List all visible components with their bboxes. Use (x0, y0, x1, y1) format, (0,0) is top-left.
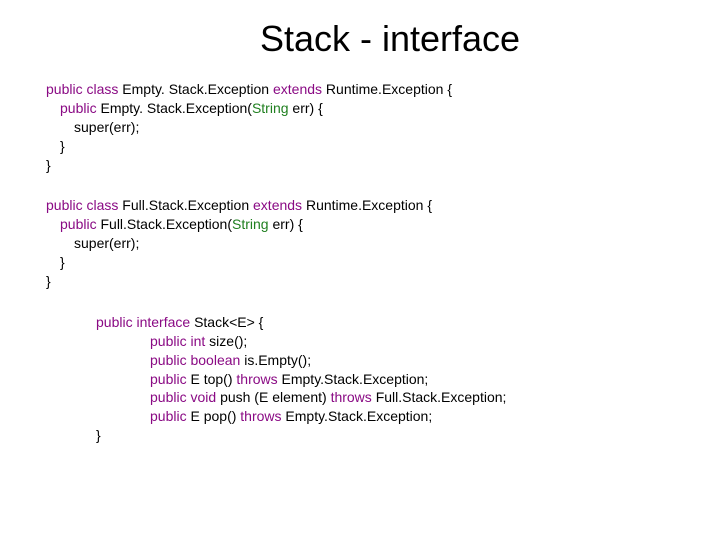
code-line: public interface Stack<E> { (96, 313, 720, 332)
keyword-public: public (60, 216, 97, 232)
code-line: public class Empty. Stack.Exception exte… (46, 80, 720, 99)
code-line: public Full.Stack.Exception(String err) … (60, 215, 720, 234)
keyword-public: public (96, 314, 133, 330)
code-line: public E pop() throws Empty.Stack.Except… (150, 407, 720, 426)
code-line: } (60, 253, 720, 272)
code-line: public E top() throws Empty.Stack.Except… (150, 370, 720, 389)
keyword-void: void (190, 389, 216, 405)
keyword-public: public (150, 352, 187, 368)
type-name: Runtime.Exception { (326, 81, 452, 97)
keyword-public: public (150, 333, 187, 349)
code-block-full-exception: public class Full.Stack.Exception extend… (46, 196, 720, 290)
keyword-throws: throws (331, 389, 372, 405)
keyword-public: public (60, 100, 97, 116)
method: E top() (190, 371, 232, 387)
type-string: String (232, 216, 272, 232)
method: push (E element) (220, 389, 327, 405)
code-line: } (60, 137, 720, 156)
type-name: Runtime.Exception { (306, 197, 432, 213)
code-line: } (46, 272, 720, 291)
method: E pop() (190, 408, 236, 424)
code-block-empty-exception: public class Empty. Stack.Exception exte… (46, 80, 720, 174)
keyword-public: public (150, 408, 187, 424)
type-name: Full.Stack.Exception; (376, 389, 507, 405)
slide: Stack - interface public class Empty. St… (0, 0, 720, 540)
param: err) { (272, 216, 302, 232)
method: size(); (209, 333, 247, 349)
type-string: String (252, 100, 292, 116)
type-name: Stack<E> { (194, 314, 263, 330)
keyword-throws: throws (240, 408, 281, 424)
super-call: super(err); (74, 235, 139, 251)
slide-title: Stack - interface (60, 0, 720, 74)
keyword-public: public (150, 389, 187, 405)
method: is.Empty(); (244, 352, 311, 368)
type-name: Empty. Stack.Exception (122, 81, 269, 97)
ctor-name: Full.Stack.Exception( (100, 216, 232, 232)
code-line: public void push (E element) throws Full… (150, 388, 720, 407)
keyword-class: class (86, 81, 118, 97)
code-line: public int size(); (150, 332, 720, 351)
keyword-int: int (190, 333, 205, 349)
code-line: public class Full.Stack.Exception extend… (46, 196, 720, 215)
keyword-extends: extends (253, 197, 302, 213)
keyword-boolean: boolean (190, 352, 240, 368)
code-line: public boolean is.Empty(); (150, 351, 720, 370)
code-line: super(err); (74, 118, 720, 137)
ctor-name: Empty. Stack.Exception( (100, 100, 251, 116)
code-line: } (96, 426, 720, 445)
super-call: super(err); (74, 119, 139, 135)
keyword-class: class (86, 197, 118, 213)
type-name: Full.Stack.Exception (122, 197, 249, 213)
keyword-interface: interface (136, 314, 190, 330)
param: err) { (292, 100, 322, 116)
keyword-public: public (150, 371, 187, 387)
keyword-public: public (46, 81, 83, 97)
code-line: super(err); (74, 234, 720, 253)
keyword-throws: throws (236, 371, 277, 387)
type-name: Empty.Stack.Exception; (282, 371, 429, 387)
code-block-stack-interface: public interface Stack<E> { public int s… (96, 313, 720, 445)
keyword-public: public (46, 197, 83, 213)
keyword-extends: extends (273, 81, 322, 97)
code-line: } (46, 156, 720, 175)
code-line: public Empty. Stack.Exception(String err… (60, 99, 720, 118)
type-name: Empty.Stack.Exception; (285, 408, 432, 424)
